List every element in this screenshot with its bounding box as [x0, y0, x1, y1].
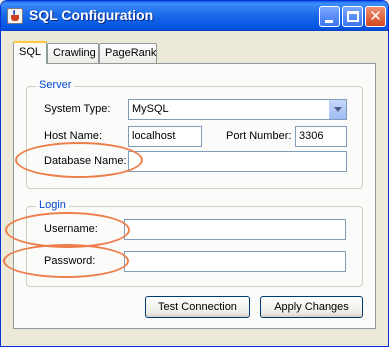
username-label: Username:	[44, 223, 98, 235]
maximize-icon	[347, 11, 359, 22]
chevron-down-icon	[334, 107, 342, 112]
tab-crawling[interactable]: Crawling	[47, 43, 99, 63]
system-type-label: System Type:	[44, 103, 111, 115]
sql-tab-panel: Server System Type: MySQL Host Name: loc…	[13, 63, 376, 329]
database-name-field[interactable]	[128, 151, 347, 172]
server-group-title: Server	[36, 79, 75, 91]
dropdown-button[interactable]	[329, 100, 346, 119]
password-field[interactable]	[124, 251, 346, 272]
test-connection-button[interactable]: Test Connection	[145, 296, 250, 318]
login-group-title: Login	[36, 199, 69, 211]
close-button[interactable]: ✕	[365, 6, 386, 27]
host-name-field[interactable]: localhost	[128, 126, 202, 147]
system-type-value: MySQL	[132, 103, 169, 115]
minimize-button[interactable]	[319, 6, 340, 27]
minimize-icon	[325, 20, 333, 23]
tab-sql[interactable]: SQL	[13, 41, 47, 64]
system-type-dropdown[interactable]: MySQL	[128, 99, 347, 120]
apply-changes-button[interactable]: Apply Changes	[260, 296, 363, 318]
database-name-label: Database Name:	[44, 155, 127, 167]
port-number-field[interactable]: 3306	[295, 126, 347, 147]
username-field[interactable]	[124, 219, 346, 240]
port-number-label: Port Number:	[226, 130, 292, 142]
maximize-button[interactable]	[342, 6, 363, 27]
password-label: Password:	[44, 255, 96, 267]
window-title: SQL Configuration	[29, 7, 154, 23]
tab-pagerank[interactable]: PageRank	[99, 43, 157, 63]
title-bar[interactable]: SQL Configuration ✕	[1, 1, 388, 31]
close-icon: ✕	[369, 8, 382, 25]
host-name-label: Host Name:	[44, 130, 103, 142]
java-icon	[7, 8, 23, 24]
sql-configuration-window: SQL Configuration ✕ SQL Crawling PageRan…	[0, 0, 389, 347]
